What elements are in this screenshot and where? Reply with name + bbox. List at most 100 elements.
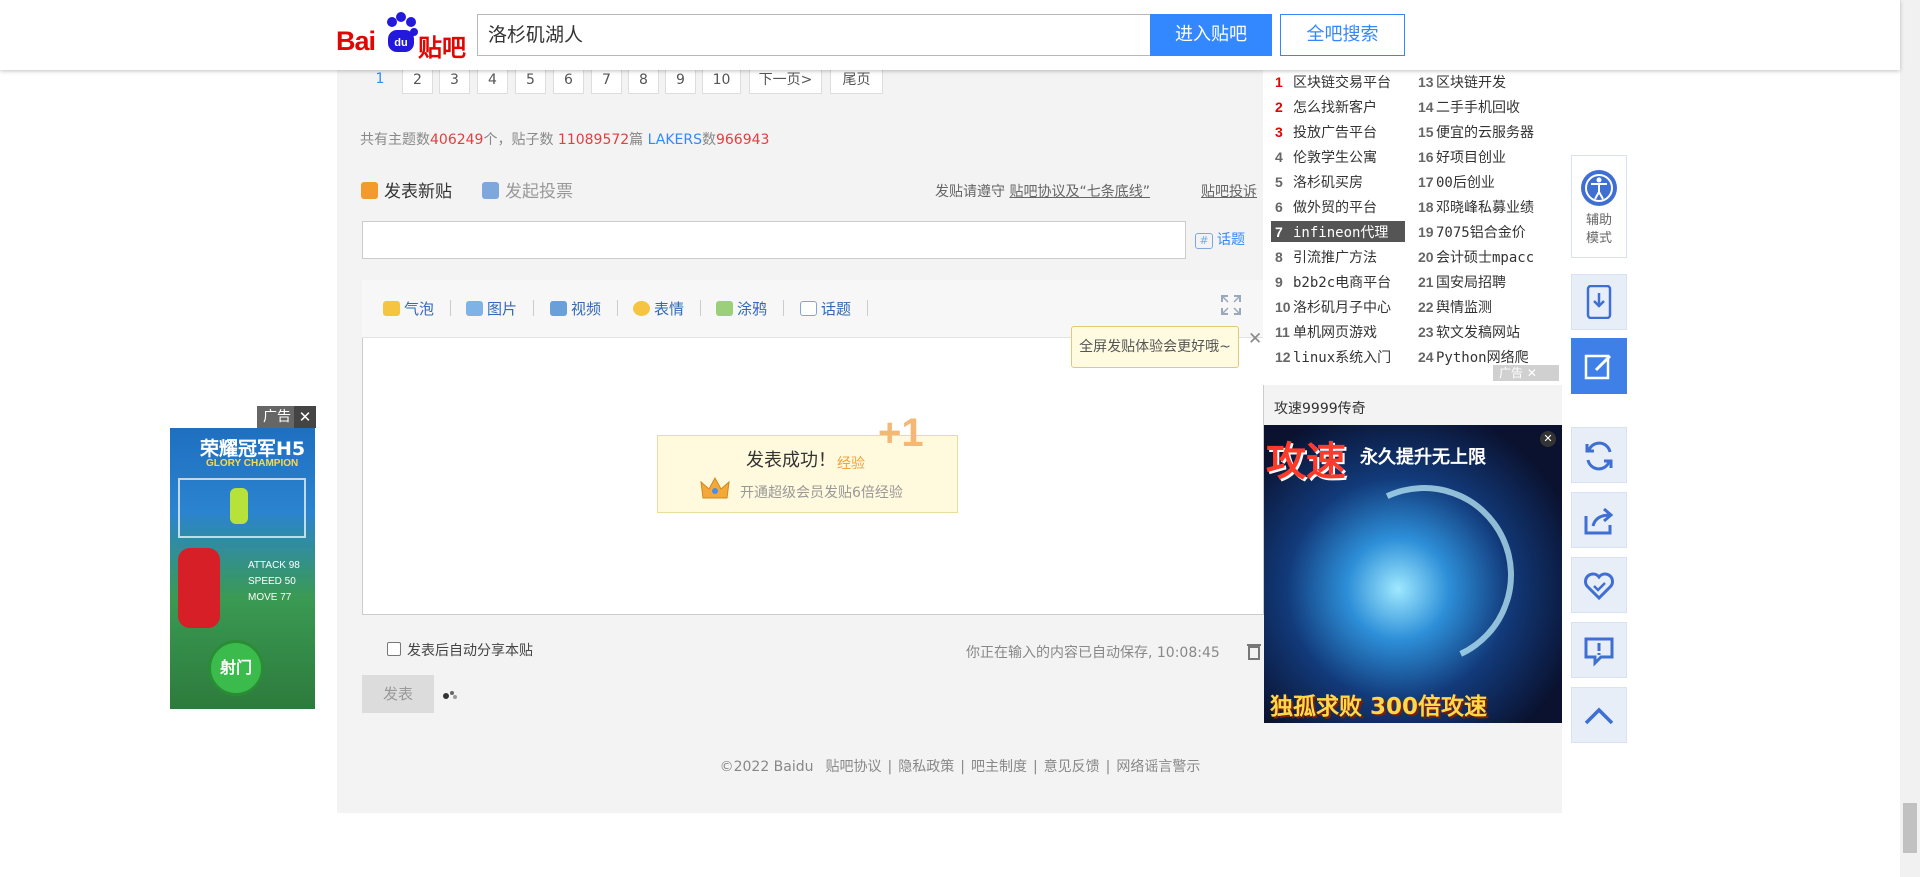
scrollbar-thumb[interactable]: [1903, 803, 1917, 853]
hot-keyword-item[interactable]: 15 便宜的云服务器: [1418, 122, 1534, 142]
footer-link-privacy[interactable]: 隐私政策: [892, 759, 960, 775]
hot-keyword-item[interactable]: 17 00后创业: [1418, 172, 1495, 192]
fullscreen-icon[interactable]: [1220, 294, 1242, 316]
sword-slash-graphic: [1308, 459, 1540, 691]
rank-keyword: 伦敦学生公寓: [1293, 150, 1377, 166]
toolbar-divider: [533, 300, 534, 316]
tooltip-close-icon[interactable]: ✕: [1248, 329, 1262, 349]
auto-share-checkbox[interactable]: [387, 642, 401, 656]
tool-emoji[interactable]: 表情: [633, 298, 684, 319]
vip-upsell-text[interactable]: 开通超级会员发贴6倍经验: [740, 482, 903, 502]
last-page-link[interactable]: 尾页: [830, 66, 883, 94]
tool-image[interactable]: 图片: [466, 298, 517, 319]
next-page-link[interactable]: 下一页>: [749, 66, 822, 94]
success-title: 发表成功！: [746, 450, 836, 471]
game-ad-banner[interactable]: 攻速 永久提升无上限 独孤求败 300倍攻速 ✕: [1264, 425, 1562, 723]
hot-keyword-item[interactable]: 9 b2b2c电商平台: [1275, 272, 1391, 292]
search-input[interactable]: 洛杉矶湖人: [477, 14, 1151, 56]
close-icon[interactable]: ✕: [1540, 431, 1556, 447]
rank-number: 21: [1418, 274, 1434, 290]
tool-video[interactable]: 视频: [550, 298, 601, 319]
assist-mode-button[interactable]: 辅助模式: [1571, 155, 1627, 258]
favorite-button[interactable]: [1571, 557, 1627, 613]
footer-link-agreement[interactable]: 贴吧协议: [820, 759, 888, 775]
stats-mid-3: 数: [701, 132, 716, 148]
search-all-button[interactable]: 全吧搜索: [1280, 14, 1405, 56]
accessibility-icon: [1581, 170, 1617, 206]
hot-keyword-item[interactable]: 11 单机网页游戏: [1275, 322, 1377, 342]
tab-vote[interactable]: 发起投票: [482, 177, 573, 202]
page-link-1[interactable]: 1: [368, 66, 392, 94]
hot-keyword-item[interactable]: 19 7075铝合金价: [1418, 222, 1526, 242]
page-link-6[interactable]: 6: [553, 66, 584, 94]
page-link-10[interactable]: 10: [702, 66, 741, 94]
tool-topic[interactable]: 话题: [800, 298, 851, 319]
hot-keyword-item[interactable]: 20 会计硕士mpacc: [1418, 247, 1534, 267]
tool-bubble[interactable]: 气泡: [383, 298, 434, 319]
loading-icon: [442, 686, 458, 700]
close-icon[interactable]: ✕: [294, 406, 316, 428]
enter-bar-button[interactable]: 进入贴吧: [1150, 14, 1272, 56]
hot-keyword-item[interactable]: 12 linux系统入门: [1275, 347, 1391, 367]
forum-stats: 共有主题数406249个，贴子数 11089572篇 LAKERS数966943: [360, 129, 769, 149]
share-button[interactable]: [1571, 492, 1627, 548]
topic-count: 406249: [430, 132, 484, 148]
tool-doodle[interactable]: 涂鸦: [716, 298, 767, 319]
scrollbar[interactable]: [1900, 0, 1920, 877]
hot-keyword-item[interactable]: 13 区块链开发: [1418, 72, 1506, 92]
rank-keyword: 区块链开发: [1436, 75, 1506, 91]
hot-keyword-item[interactable]: 8 引流推广方法: [1275, 247, 1377, 267]
hot-keyword-item[interactable]: 6 做外贸的平台: [1275, 197, 1377, 217]
hot-keyword-item[interactable]: 24 Python网络爬: [1418, 347, 1529, 367]
submit-post-button[interactable]: 发表: [362, 675, 434, 713]
hot-keyword-item[interactable]: 10 洛杉矶月子中心: [1275, 297, 1391, 317]
tool-video-label: 视频: [571, 300, 602, 318]
rules-link[interactable]: 贴吧协议及“七条底线”: [1009, 184, 1150, 200]
image-icon: [466, 301, 483, 316]
baidu-tieba-logo[interactable]: Bai du 贴吧: [336, 12, 466, 62]
page-link-8[interactable]: 8: [628, 66, 659, 94]
hot-keyword-item[interactable]: 21 国安局招聘: [1418, 272, 1506, 292]
footer-link-feedback[interactable]: 意见反馈: [1038, 759, 1106, 775]
page-link-9[interactable]: 9: [665, 66, 696, 94]
download-app-button[interactable]: [1571, 274, 1627, 330]
topic-button[interactable]: # 话题: [1195, 229, 1245, 249]
hot-keyword-item[interactable]: 22 舆情监测: [1418, 297, 1492, 317]
report-button[interactable]: [1571, 622, 1627, 678]
hot-keyword-item[interactable]: 4 伦敦学生公寓: [1275, 147, 1377, 167]
refresh-button[interactable]: [1571, 427, 1627, 483]
hot-keyword-item[interactable]: 16 好项目创业: [1418, 147, 1506, 167]
hot-keyword-item[interactable]: 14 二手手机回收: [1418, 97, 1520, 117]
stats-mid-1: 个，贴子数: [483, 132, 558, 148]
tab-new-post[interactable]: 发表新贴: [361, 177, 452, 202]
toolbar-divider: [700, 300, 701, 316]
rank-keyword: Python网络爬: [1436, 350, 1529, 366]
hot-keyword-item[interactable]: 2 怎么找新客户: [1275, 97, 1377, 117]
footer-link-rumor[interactable]: 网络谣言警示: [1110, 759, 1206, 775]
hot-keyword-item[interactable]: 1 区块链交易平台: [1275, 72, 1391, 92]
hot-keyword-item[interactable]: 5 洛杉矶买房: [1275, 172, 1363, 192]
page-link-4[interactable]: 4: [477, 66, 508, 94]
hot-keyword-item[interactable]: 3 投放广告平台: [1275, 122, 1377, 142]
logo-text-tieba: 贴吧: [418, 34, 466, 62]
rank-number: 8: [1275, 249, 1283, 265]
footer-link-moderator[interactable]: 吧主制度: [965, 759, 1033, 775]
hot-keyword-item[interactable]: 18 邓晓峰私募业绩: [1418, 197, 1534, 217]
back-to-top-button[interactable]: [1571, 687, 1627, 743]
page-link-7[interactable]: 7: [591, 66, 622, 94]
hot-keyword-item[interactable]: 23 软文发稿网站: [1418, 322, 1520, 342]
hot-keyword-item[interactable]: 7 infineon代理: [1275, 222, 1388, 242]
report-link[interactable]: 贴吧投诉: [1201, 181, 1257, 201]
write-post-button[interactable]: [1571, 338, 1627, 394]
trash-icon[interactable]: [1246, 642, 1262, 660]
page-link-2[interactable]: 2: [402, 66, 433, 94]
stats-mid-2: 篇: [629, 132, 648, 148]
page-link-5[interactable]: 5: [515, 66, 546, 94]
game-ad-title[interactable]: 攻速9999传奇: [1274, 398, 1366, 418]
left-game-ad[interactable]: 荣耀冠军H5 GLORY CHAMPION ATTACK 98 SPEED 50…: [170, 428, 315, 709]
tool-doodle-label: 涂鸦: [737, 300, 768, 318]
rank-number: 16: [1418, 149, 1434, 165]
post-title-input[interactable]: [362, 221, 1186, 259]
rank-number: 14: [1418, 99, 1434, 115]
page-link-3[interactable]: 3: [439, 66, 470, 94]
